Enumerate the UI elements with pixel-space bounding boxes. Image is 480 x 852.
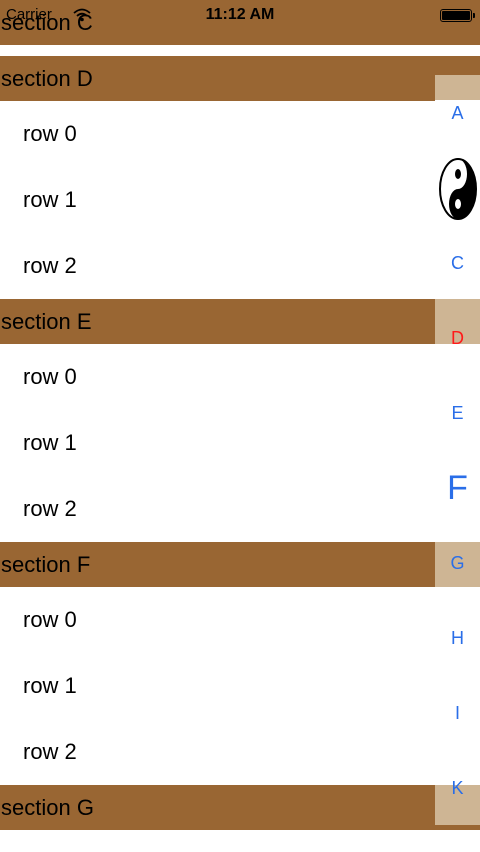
index-item-f[interactable]: F [435,468,480,508]
index-item-e[interactable]: E [435,402,480,424]
section-index[interactable]: A C D E F G H I K [435,75,480,825]
index-item-d[interactable]: D [435,327,480,349]
table-row[interactable]: row 2 [0,719,480,785]
index-item-g[interactable]: G [435,552,480,574]
clock: 11:12 AM [205,6,275,23]
table-row[interactable]: row 0 [0,101,480,167]
yin-yang-icon[interactable] [438,157,478,221]
index-item-c[interactable]: C [435,252,480,274]
index-item-i[interactable]: I [435,702,480,724]
index-item-a[interactable]: A [435,102,480,124]
table-row[interactable]: row 0 [0,587,480,653]
section-header-e: section E [0,299,480,344]
index-item-h[interactable]: H [435,627,480,649]
index-highlight [435,75,480,100]
section-header-d: section D [0,56,480,101]
table-row[interactable]: row 1 [0,167,480,233]
table-row[interactable]: row 1 [0,410,480,476]
table-row[interactable]: row 0 [0,344,480,410]
table-row[interactable]: row 1 [0,653,480,719]
table-row[interactable]: row 2 [0,476,480,542]
table-row[interactable]: row 2 [0,233,480,299]
status-bar: Carrier 11:12 AM [0,0,480,30]
section-header-g: section G [0,785,480,830]
index-item-k[interactable]: K [435,777,480,799]
section-header-f: section F [0,542,480,587]
battery-icon [440,9,475,22]
